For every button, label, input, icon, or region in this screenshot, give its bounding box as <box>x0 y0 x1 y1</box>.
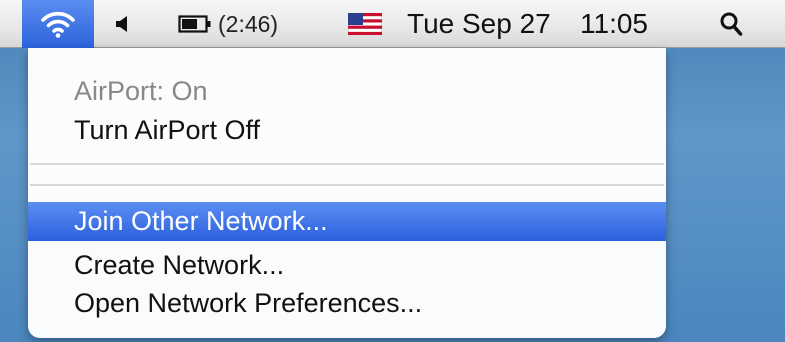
menu-separator <box>30 184 664 186</box>
us-flag-icon <box>348 13 382 35</box>
menu-bar: (2:46) Tue Sep 27 11:05 <box>0 0 785 48</box>
spotlight-button[interactable] <box>711 0 751 48</box>
airport-menu-extra[interactable] <box>22 0 94 48</box>
join-other-network-item[interactable]: Join Other Network... <box>28 202 666 241</box>
menu-separator <box>30 163 664 165</box>
speaker-icon <box>116 16 127 32</box>
battery-icon <box>178 15 211 33</box>
airport-dropdown-menu: AirPort: On Turn AirPort Off Join Other … <box>28 48 666 338</box>
battery-time-remaining: (2:46) <box>218 10 279 37</box>
create-network-item[interactable]: Create Network... <box>28 248 666 282</box>
airport-status: AirPort: On <box>74 76 208 106</box>
turn-airport-off-item[interactable]: Turn AirPort Off <box>28 113 666 147</box>
menubar-clock[interactable]: 11:05 <box>580 0 648 48</box>
wifi-icon <box>41 11 75 38</box>
spotlight-search-icon <box>720 12 743 36</box>
open-network-preferences-item[interactable]: Open Network Preferences... <box>28 286 666 320</box>
volume-menu-extra[interactable] <box>102 0 142 48</box>
input-menu-extra[interactable] <box>348 0 382 48</box>
battery-menu-extra[interactable]: (2:46) <box>178 0 278 48</box>
menubar-date[interactable]: Tue Sep 27 <box>407 0 551 48</box>
